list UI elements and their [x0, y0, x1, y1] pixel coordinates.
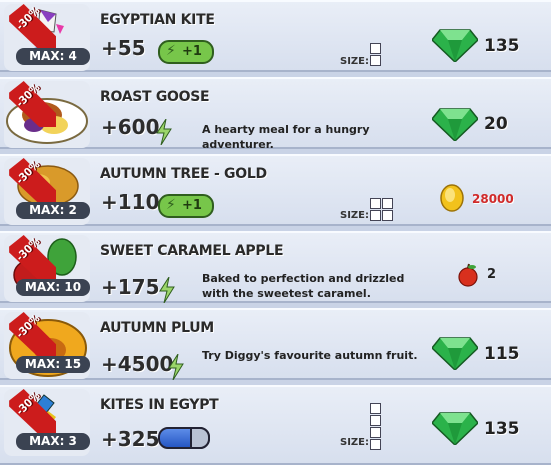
- price-value: 135: [484, 419, 520, 439]
- energy-amount: +4500: [101, 352, 174, 376]
- shop-item-row[interactable]: -30% MAX: 4 EGYPTIAN KITE +55 ⚡ +1 SIZE:…: [0, 0, 551, 72]
- size-label: SIZE:: [340, 56, 370, 67]
- bolt-icon: ⚡: [166, 43, 176, 59]
- sale-ribbon: -30%: [4, 389, 56, 435]
- shop-item-row[interactable]: -30% MAX: 10 SWEET CARAMEL APPLE +175 Ba…: [0, 231, 551, 303]
- max-count: MAX: 4: [16, 48, 90, 65]
- size-label: SIZE:: [340, 437, 370, 448]
- shop-item-row[interactable]: -30% MAX: 15 AUTUMN PLUM +4500 Try Diggy…: [0, 308, 551, 380]
- energy-bar: [158, 427, 210, 449]
- shop-item-row[interactable]: -30% MAX: 2 AUTUMN TREE - GOLD +110 ⚡ +1…: [0, 154, 551, 226]
- sale-ribbon: -30%: [4, 158, 56, 204]
- item-description: Try Diggy's favourite autumn fruit.: [202, 349, 418, 362]
- energy-amount: +175: [101, 275, 160, 299]
- sale-ribbon: -30%: [4, 4, 56, 50]
- max-count: MAX: 2: [16, 202, 90, 219]
- apple-icon: [458, 263, 478, 287]
- size-label: SIZE:: [340, 210, 370, 221]
- item-title: ROAST GOOSE: [100, 89, 210, 105]
- item-title: AUTUMN TREE - GOLD: [100, 166, 267, 182]
- bolt-icon: ⚡: [166, 197, 176, 213]
- price-value: 2: [487, 267, 497, 282]
- energy-amount: +600: [101, 115, 160, 139]
- energy-amount: +325: [101, 427, 160, 451]
- sale-ribbon: -30%: [4, 312, 56, 358]
- item-title: SWEET CARAMEL APPLE: [100, 243, 284, 259]
- sale-ribbon: -30%: [4, 235, 56, 281]
- item-description: Baked to perfection and drizzled with th…: [202, 272, 405, 300]
- item-title: AUTUMN PLUM: [100, 320, 214, 336]
- item-thumbnail: -30%: [4, 81, 90, 148]
- bolt-icon: [159, 277, 175, 303]
- sale-ribbon: -30%: [4, 81, 56, 127]
- price-value: 135: [484, 36, 520, 56]
- shop-item-row[interactable]: -30% MAX: 3 KITES IN EGYPT +325 SIZE: 13…: [0, 385, 551, 465]
- coin-icon: [440, 184, 464, 212]
- max-count: MAX: 3: [16, 433, 90, 450]
- price-value: 28000: [472, 192, 514, 206]
- item-title: KITES IN EGYPT: [100, 397, 219, 413]
- gem-icon: [432, 29, 478, 62]
- item-title: EGYPTIAN KITE: [100, 12, 215, 28]
- bolt-icon: [156, 119, 172, 145]
- item-thumbnail: -30% MAX: 3: [4, 389, 90, 456]
- shop-item-row[interactable]: -30% ROAST GOOSE +600 A hearty meal for …: [0, 77, 551, 151]
- item-thumbnail: -30% MAX: 10: [4, 235, 90, 302]
- item-thumbnail: -30% MAX: 2: [4, 158, 90, 225]
- item-thumbnail: -30% MAX: 15: [4, 312, 90, 379]
- price-value: 20: [484, 114, 508, 134]
- energy-bonus-value: +1: [182, 198, 202, 213]
- energy-bonus-badge: ⚡ +1: [158, 40, 214, 64]
- gem-icon: [432, 108, 478, 141]
- price-value: 115: [484, 344, 520, 364]
- shop-item-list: -30% MAX: 4 EGYPTIAN KITE +55 ⚡ +1 SIZE:…: [0, 0, 551, 465]
- bolt-icon: [168, 354, 184, 380]
- energy-amount: +110: [101, 190, 160, 214]
- gem-icon: [432, 337, 478, 370]
- max-count: MAX: 10: [16, 279, 90, 296]
- energy-bonus-badge: ⚡ +1: [158, 194, 214, 218]
- max-count: MAX: 15: [16, 356, 90, 373]
- energy-amount: +55: [101, 36, 146, 60]
- item-thumbnail: -30% MAX: 4: [4, 4, 90, 71]
- energy-bonus-value: +1: [182, 44, 202, 59]
- gem-icon: [432, 412, 478, 445]
- item-description: A hearty meal for a hungry adventurer.: [202, 123, 370, 151]
